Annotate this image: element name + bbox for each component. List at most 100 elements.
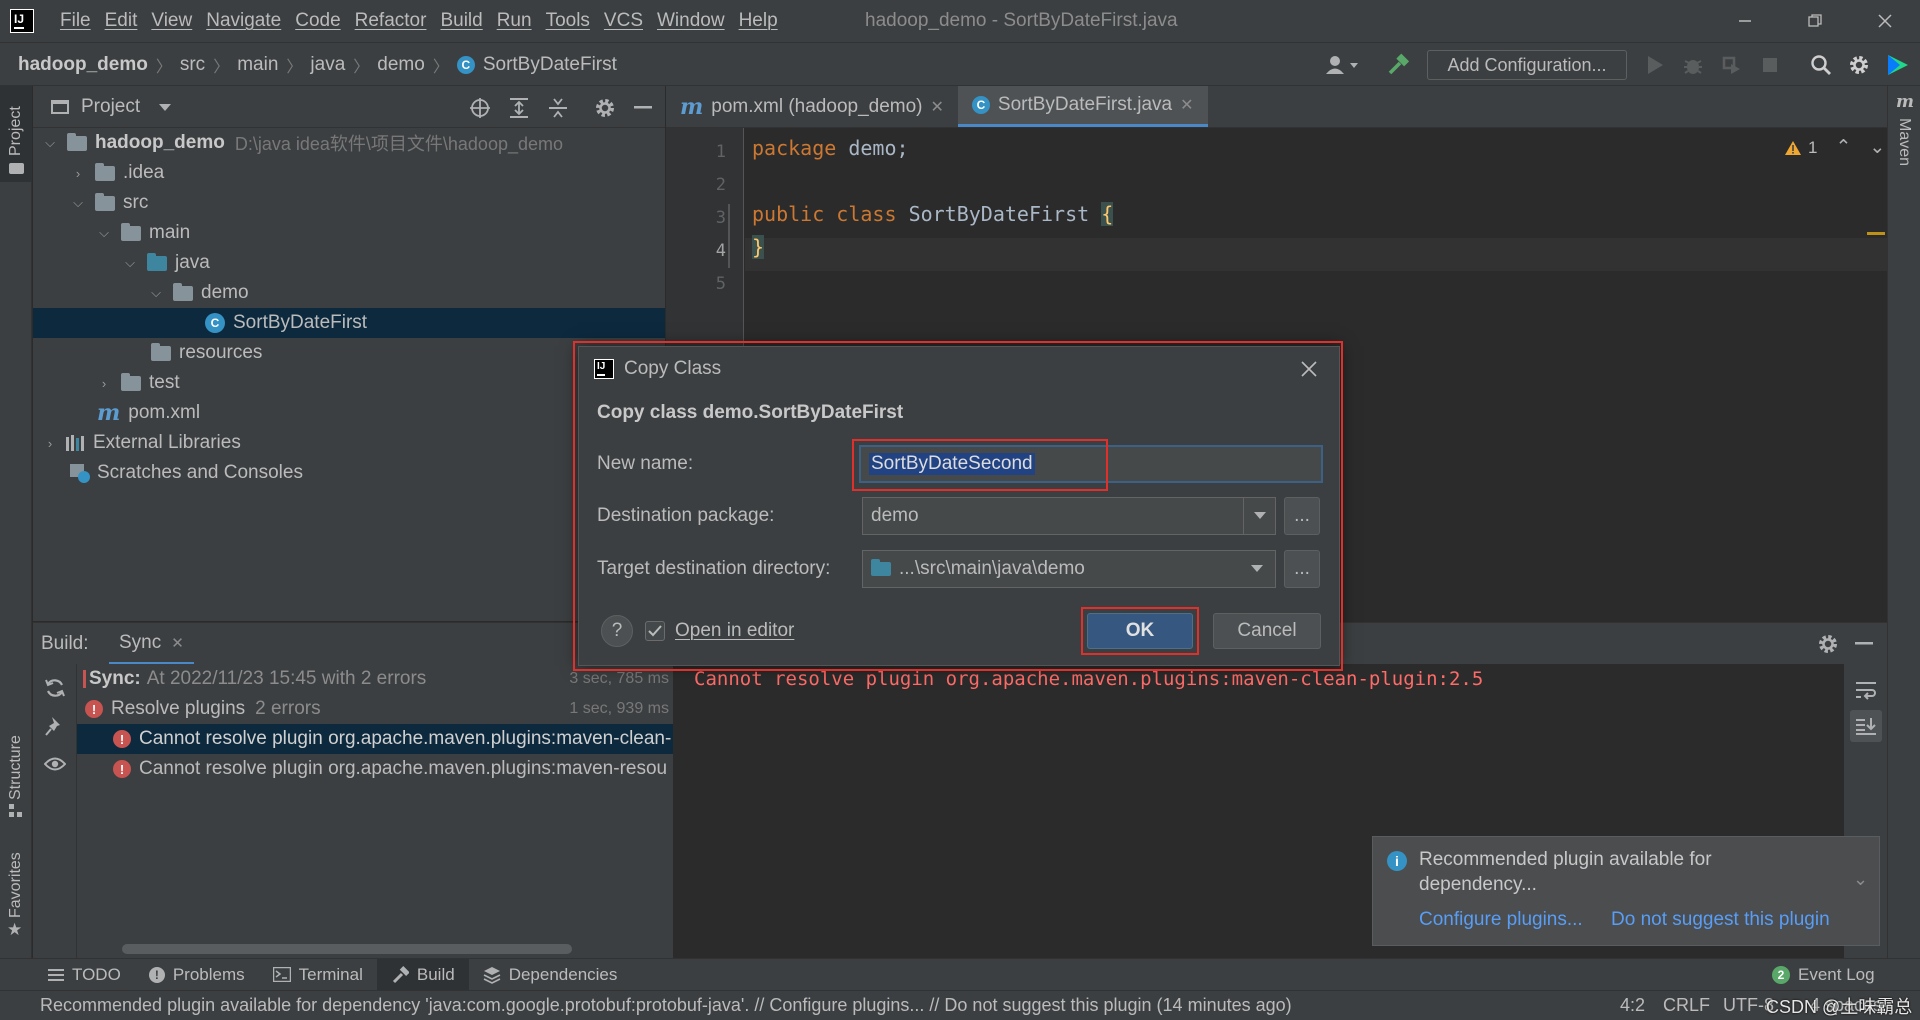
restore-button[interactable] (1785, 0, 1845, 42)
tab-pom-xml[interactable]: m pom.xml (hadoop_demo) ✕ (666, 86, 958, 127)
menu-help[interactable]: Help (732, 10, 785, 32)
menu-navigate[interactable]: Navigate (199, 10, 288, 32)
settings-button[interactable] (1846, 52, 1872, 78)
do-not-suggest-link[interactable]: Do not suggest this plugin (1611, 909, 1830, 931)
breadcrumb-demo[interactable]: demo (377, 54, 425, 76)
minimize-button[interactable] (1715, 0, 1775, 42)
project-panel-title[interactable]: Project (81, 96, 140, 118)
chevron-right-icon[interactable]: › (41, 436, 59, 451)
breadcrumb-java[interactable]: java (310, 54, 345, 76)
stop-button[interactable] (1758, 53, 1782, 77)
menu-code[interactable]: Code (288, 10, 347, 32)
project-options-button[interactable] (592, 95, 618, 121)
code-line-4[interactable]: } (752, 235, 765, 259)
breadcrumb-project[interactable]: hadoop_demo (18, 54, 148, 76)
tree-item-java[interactable]: ⌵ java (33, 248, 665, 278)
menu-file[interactable]: File (53, 10, 98, 32)
vcs-user-button[interactable] (1322, 53, 1362, 77)
tab-sortbydatefirst[interactable]: C SortByDateFirst.java ✕ (957, 86, 1208, 127)
collapse-all-button[interactable] (545, 95, 571, 121)
dependencies-tool-tab[interactable]: Dependencies (469, 959, 632, 991)
chevron-down-icon[interactable] (159, 104, 171, 112)
debug-button[interactable] (1681, 53, 1705, 77)
event-log-tool-tab[interactable]: 2 Event Log (1772, 959, 1875, 991)
run-button[interactable] (1643, 53, 1667, 77)
close-window-button[interactable] (1855, 0, 1915, 42)
build-row-error-clean[interactable]: ! Cannot resolve plugin org.apache.maven… (77, 724, 673, 754)
menu-view[interactable]: View (144, 10, 199, 32)
menu-refactor[interactable]: Refactor (348, 10, 434, 32)
code-line-1[interactable]: package demo; (752, 136, 909, 160)
chevron-down-icon[interactable]: ⌵ (69, 195, 87, 211)
jetbrains-toolbox-button[interactable] (1884, 52, 1912, 78)
tree-item-scratches[interactable]: Scratches and Consoles (33, 458, 665, 488)
breadcrumb-src[interactable]: src (180, 54, 205, 76)
chevron-up-icon[interactable]: ⌃ (1835, 136, 1851, 159)
view-options-button[interactable] (41, 750, 69, 778)
tree-item-test[interactable]: › test (33, 368, 665, 398)
line-separator[interactable]: CRLF (1663, 995, 1710, 1016)
chevron-right-icon[interactable]: › (95, 376, 113, 391)
chevron-down-icon[interactable]: ⌵ (147, 285, 165, 301)
close-tab-icon[interactable]: ✕ (171, 634, 184, 652)
maven-tool-tab[interactable]: m Maven (1888, 86, 1920, 186)
tree-item-external-libraries[interactable]: › External Libraries (33, 428, 665, 458)
tree-item-demo[interactable]: ⌵ demo (33, 278, 665, 308)
resync-button[interactable] (41, 674, 69, 702)
build-tool-tab[interactable]: Build (376, 958, 469, 991)
tree-item-root[interactable]: ⌵ hadoop_demo D:\java idea软件\项目文件\hadoop… (33, 128, 665, 158)
inspection-widget[interactable]: 1 ⌃ ⌄ (1784, 136, 1885, 159)
build-options-button[interactable] (1815, 631, 1841, 657)
scroll-to-end-button[interactable] (1850, 710, 1882, 742)
terminal-tool-tab[interactable]: Terminal (259, 959, 377, 991)
problems-tool-tab[interactable]: ! Problems (135, 959, 259, 991)
breadcrumb-class[interactable]: SortByDateFirst (483, 54, 617, 76)
tree-item-pom[interactable]: m pom.xml (33, 398, 665, 428)
hide-build-panel-button[interactable] (1851, 631, 1877, 657)
expand-all-button[interactable] (506, 95, 532, 121)
chevron-down-icon[interactable]: ⌵ (41, 135, 59, 151)
tree-item-src[interactable]: ⌵ src (33, 188, 665, 218)
build-row-error-resources[interactable]: ! Cannot resolve plugin org.apache.maven… (77, 754, 673, 784)
chevron-down-icon[interactable]: ⌄ (1869, 136, 1885, 159)
structure-tool-tab[interactable]: Structure (0, 712, 32, 817)
menu-build[interactable]: Build (433, 10, 489, 32)
configure-plugins-link[interactable]: Configure plugins... (1419, 909, 1583, 931)
tree-item-idea[interactable]: › .idea (33, 158, 665, 188)
favorites-tool-tab[interactable]: Favorites ★ (0, 836, 32, 939)
project-tool-tab[interactable]: Project (0, 86, 32, 182)
tree-label: hadoop_demo (95, 132, 225, 153)
menu-run[interactable]: Run (490, 10, 539, 32)
tree-item-main[interactable]: ⌵ main (33, 218, 665, 248)
tree-item-class[interactable]: C SortByDateFirst (33, 308, 665, 338)
search-everywhere-button[interactable] (1808, 52, 1834, 78)
soft-wrap-button[interactable] (1852, 676, 1880, 704)
todo-tool-tab[interactable]: TODO (34, 959, 135, 991)
chevron-down-icon[interactable]: ⌵ (95, 225, 113, 241)
chevron-down-icon[interactable]: ⌄ (1853, 869, 1868, 890)
status-message[interactable]: Recommended plugin available for depende… (40, 995, 1600, 1016)
hide-panel-button[interactable] (630, 95, 656, 121)
select-opened-file-button[interactable] (467, 95, 493, 121)
close-tab-icon[interactable]: ✕ (931, 97, 944, 117)
add-configuration-button[interactable]: Add Configuration... (1427, 50, 1627, 80)
close-tab-icon[interactable]: ✕ (1180, 95, 1193, 115)
code-line-3[interactable]: public class SortByDateFirst { (752, 202, 1114, 226)
breadcrumb-main[interactable]: main (237, 54, 278, 76)
tab-sync[interactable]: Sync ✕ (109, 623, 194, 665)
coverage-button[interactable] (1719, 53, 1743, 77)
menu-window[interactable]: Window (650, 10, 732, 32)
tree-path: D:\java idea软件\项目文件\hadoop_demo (234, 134, 564, 154)
tree-item-resources[interactable]: resources (33, 338, 665, 368)
caret-position[interactable]: 4:2 (1620, 995, 1645, 1016)
horizontal-scrollbar[interactable] (122, 944, 572, 954)
menu-vcs[interactable]: VCS (597, 10, 650, 32)
chevron-right-icon[interactable]: › (69, 166, 87, 181)
menu-edit[interactable]: Edit (98, 10, 145, 32)
warning-stripe-marker[interactable] (1867, 232, 1885, 235)
chevron-down-icon[interactable]: ⌵ (121, 255, 139, 271)
build-row-resolve-plugins[interactable]: ! Resolve plugins 2 errors 1 sec, 939 ms (77, 694, 673, 724)
build-project-button[interactable] (1384, 52, 1412, 78)
pin-button[interactable] (41, 712, 69, 740)
menu-tools[interactable]: Tools (539, 10, 597, 32)
